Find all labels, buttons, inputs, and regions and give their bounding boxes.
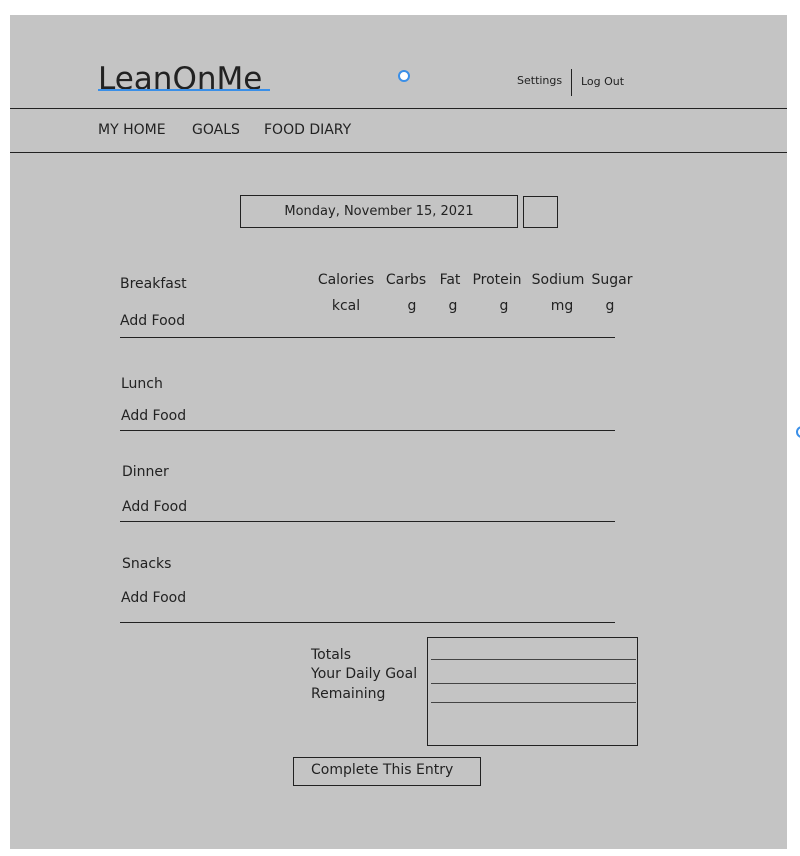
- breakfast-rule: [120, 337, 615, 338]
- remaining-row-line: [431, 702, 636, 703]
- col-sodium-unit: mg: [550, 298, 574, 314]
- remaining-label: Remaining: [311, 686, 386, 702]
- goal-row-line: [431, 683, 636, 684]
- col-calories-label: Calories: [317, 272, 375, 288]
- date-label: Monday, November 15, 2021: [284, 204, 474, 219]
- app-logo[interactable]: LeanOnMe: [98, 61, 262, 97]
- logo-underline: [98, 89, 270, 91]
- col-sugar-unit: g: [605, 298, 615, 314]
- meal-dinner-title: Dinner: [122, 464, 169, 480]
- settings-link[interactable]: Settings: [517, 74, 562, 87]
- complete-entry-button[interactable]: Complete This Entry: [293, 757, 481, 786]
- col-fat-unit: g: [448, 298, 458, 314]
- snacks-add-food-link[interactable]: Add Food: [121, 590, 186, 606]
- col-carbs-unit: g: [407, 298, 417, 314]
- col-calories-unit: kcal: [331, 298, 361, 314]
- header-divider: [571, 69, 572, 96]
- dinner-add-food-link[interactable]: Add Food: [122, 499, 187, 515]
- totals-label: Totals: [311, 647, 351, 663]
- col-sodium-label: Sodium: [531, 272, 585, 288]
- col-protein-label: Protein: [472, 272, 522, 288]
- col-sugar-label: Sugar: [591, 272, 633, 288]
- nav-bottom-rule: [10, 152, 787, 153]
- lunch-rule: [120, 430, 615, 431]
- lunch-add-food-link[interactable]: Add Food: [121, 408, 186, 424]
- breakfast-add-food-link[interactable]: Add Food: [120, 313, 185, 329]
- meal-snacks-title: Snacks: [122, 556, 172, 572]
- meal-breakfast-title: Breakfast: [120, 276, 187, 292]
- totals-row-line: [431, 659, 636, 660]
- nav-food-diary[interactable]: FOOD DIARY: [264, 122, 351, 138]
- handle-dot-icon: [398, 70, 410, 82]
- date-display[interactable]: Monday, November 15, 2021: [240, 195, 518, 228]
- daily-goal-label: Your Daily Goal: [311, 666, 418, 682]
- nav-goals[interactable]: GOALS: [192, 122, 240, 138]
- col-fat-label: Fat: [439, 272, 461, 288]
- snacks-rule: [120, 622, 615, 623]
- col-carbs-label: Carbs: [385, 272, 427, 288]
- meal-lunch-title: Lunch: [121, 376, 163, 392]
- dinner-rule: [120, 521, 615, 522]
- page-frame: LeanOnMe Settings Log Out MY HOME GOALS …: [10, 15, 787, 849]
- nav-my-home[interactable]: MY HOME: [98, 122, 166, 138]
- edge-handle-dot-icon: [796, 426, 800, 438]
- complete-entry-label: Complete This Entry: [311, 762, 454, 778]
- header-bottom-rule: [10, 108, 787, 109]
- logout-link[interactable]: Log Out: [581, 75, 624, 88]
- date-picker-button[interactable]: [523, 196, 558, 228]
- totals-table: [427, 637, 638, 746]
- col-protein-unit: g: [499, 298, 509, 314]
